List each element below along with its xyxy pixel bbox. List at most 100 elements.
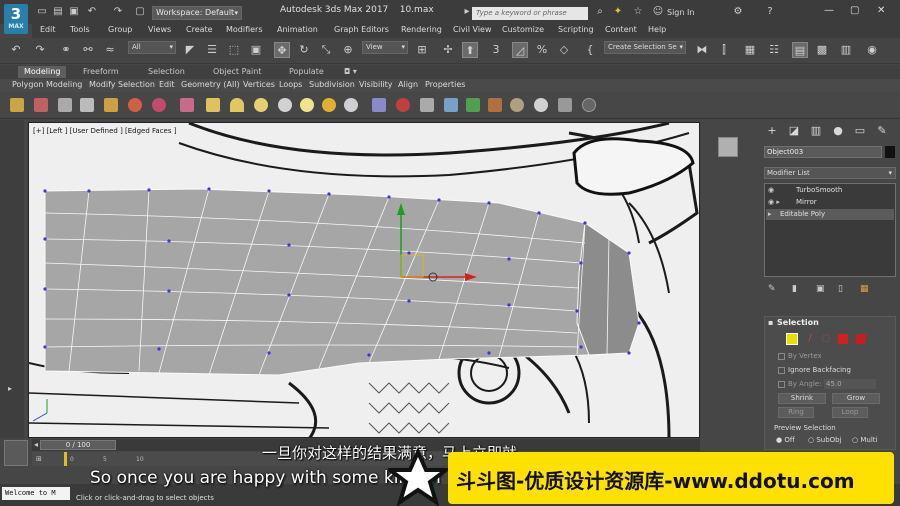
move-icon[interactable]: ✥ xyxy=(274,42,290,58)
menu-content[interactable]: Content xyxy=(605,25,637,34)
configure-modifier-sets-icon[interactable]: ▦ xyxy=(860,284,869,294)
bone-icon[interactable] xyxy=(420,98,434,112)
object-color-swatch[interactable] xyxy=(885,146,895,158)
tab-selection[interactable]: Selection xyxy=(142,66,191,78)
panel-geometry-all[interactable]: Geometry (All) xyxy=(181,80,240,89)
panel-edit[interactable]: Edit xyxy=(159,80,175,89)
panel-align[interactable]: Align xyxy=(398,80,418,89)
preview-multi-radio[interactable]: ○ Multi xyxy=(852,436,877,444)
ribbon-options-icon[interactable]: ◘ ▾ xyxy=(338,66,363,78)
shrink-button[interactable]: Shrink xyxy=(778,393,826,404)
render-frame-icon[interactable] xyxy=(34,98,48,112)
by-angle-checkbox[interactable]: By Angle: xyxy=(778,380,821,388)
rect-selection-icon[interactable]: ⬚ xyxy=(226,42,242,58)
tab-populate[interactable]: Populate xyxy=(283,66,330,78)
angle-spinner[interactable]: 45.0 xyxy=(824,379,876,389)
utilities-tab-icon[interactable]: ✎ xyxy=(874,124,890,138)
pivot-center-icon[interactable]: ⊞ xyxy=(414,42,430,58)
minimize-button[interactable]: — xyxy=(824,5,834,16)
menu-create[interactable]: Create xyxy=(186,25,213,34)
new-file-icon[interactable]: ▭ xyxy=(36,6,48,17)
edge-mode-icon[interactable]: ∕ xyxy=(804,333,816,345)
select-by-name-icon[interactable]: ☰ xyxy=(204,42,220,58)
ring-button[interactable]: Ring xyxy=(778,407,814,418)
placement-icon[interactable]: ⊕ xyxy=(340,42,356,58)
viewport-left[interactable]: [+] [Left ] [User Defined ] [Edged Faces… xyxy=(28,122,700,438)
select-object-icon[interactable]: ◤ xyxy=(182,42,198,58)
show-end-result-icon[interactable]: ▮ xyxy=(792,284,797,294)
help-icon[interactable]: ? xyxy=(764,6,776,17)
search-icon[interactable]: ⌕ xyxy=(594,6,606,17)
link-icon[interactable]: ⚭ xyxy=(58,42,74,58)
torus-icon[interactable] xyxy=(254,98,268,112)
menu-edit[interactable]: Edit xyxy=(40,25,56,34)
menu-modifiers[interactable]: Modifiers xyxy=(226,25,263,34)
maxscript-listener[interactable]: Welcome to M xyxy=(2,487,70,500)
layers-icon[interactable] xyxy=(80,98,94,112)
panel-properties[interactable]: Properties xyxy=(425,80,465,89)
stack-item-turbosmooth[interactable]: ◉ TurboSmooth xyxy=(766,185,894,196)
undo-button[interactable]: ↶ xyxy=(8,42,24,58)
scale-icon[interactable]: ⤡ xyxy=(318,42,334,58)
viewport-label[interactable]: [+] [Left ] [User Defined ] [Edged Faces… xyxy=(33,127,176,135)
tab-modeling[interactable]: Modeling xyxy=(18,66,67,78)
panel-visibility[interactable]: Visibility xyxy=(359,80,393,89)
particle-icon[interactable] xyxy=(372,98,386,112)
geosphere-icon[interactable] xyxy=(152,98,166,112)
loop-button[interactable]: Loop xyxy=(832,407,868,418)
object-name-field[interactable]: Object003 xyxy=(764,146,882,158)
foliage-icon[interactable] xyxy=(466,98,480,112)
menu-civil-view[interactable]: Civil View xyxy=(453,25,492,34)
exchange-icon[interactable]: ⚙ xyxy=(732,6,744,17)
schematic-view-icon[interactable]: ▥ xyxy=(838,42,854,58)
render-setup-icon[interactable] xyxy=(558,98,572,112)
hierarchy-tab-icon[interactable]: ▥ xyxy=(808,124,824,138)
plane-icon[interactable] xyxy=(206,98,220,112)
box-icon[interactable] xyxy=(104,98,118,112)
rollout-collapse-icon[interactable]: ▪ xyxy=(768,318,773,327)
undo-icon[interactable]: ↶ xyxy=(86,6,98,17)
spinner-snap-icon[interactable]: ◇ xyxy=(556,42,572,58)
material-sphere-icon[interactable] xyxy=(534,98,548,112)
track-bar-icon[interactable]: ⊞ xyxy=(36,455,42,463)
align-icon[interactable]: ⫿ xyxy=(716,42,732,58)
selection-filter-dropdown[interactable]: All ▾ xyxy=(128,41,176,54)
favorites-icon[interactable]: ☆ xyxy=(632,6,644,17)
hemisphere-icon[interactable] xyxy=(230,98,244,112)
menu-group[interactable]: Group xyxy=(108,25,132,34)
panel-polygon-modeling[interactable]: Polygon Modeling xyxy=(12,80,82,89)
modifier-list-dropdown[interactable]: Modifier List ▾ xyxy=(764,167,896,179)
curve-editor-icon[interactable]: ▩ xyxy=(814,42,830,58)
tube-icon[interactable] xyxy=(300,98,314,112)
panel-subdivision[interactable]: Subdivision xyxy=(309,80,355,89)
menu-graph-editors[interactable]: Graph Editors xyxy=(334,25,389,34)
tab-freeform[interactable]: Freeform xyxy=(77,66,125,78)
stack-item-editable-poly[interactable]: ▸ Editable Poly xyxy=(766,209,894,220)
rotate-icon[interactable]: ↻ xyxy=(296,42,312,58)
time-slider[interactable]: 0 / 100 xyxy=(40,440,116,450)
viewcube[interactable] xyxy=(718,137,738,157)
edit-named-selection-icon[interactable]: { xyxy=(582,42,598,58)
open-file-icon[interactable]: ▤ xyxy=(52,6,64,17)
clock-icon[interactable] xyxy=(582,98,596,112)
teapot-icon[interactable] xyxy=(10,98,24,112)
red-sphere-icon[interactable] xyxy=(396,98,410,112)
expand-arrow-icon[interactable]: ▸ xyxy=(768,209,772,220)
by-vertex-checkbox[interactable]: By Vertex xyxy=(778,352,822,360)
unlink-icon[interactable]: ⚯ xyxy=(80,42,96,58)
shell-icon[interactable] xyxy=(510,98,524,112)
menu-customize[interactable]: Customize xyxy=(502,25,544,34)
make-unique-icon[interactable]: ▣ xyxy=(816,284,825,294)
selection-rollout-title[interactable]: Selection xyxy=(777,318,819,327)
grow-button[interactable]: Grow xyxy=(832,393,880,404)
menu-help[interactable]: Help xyxy=(648,25,666,34)
save-icon[interactable]: ▣ xyxy=(68,6,80,17)
mini-listener-toggle[interactable] xyxy=(4,440,28,466)
redo-button[interactable]: ↷ xyxy=(32,42,48,58)
sign-in-link[interactable]: Sign In xyxy=(667,8,694,17)
maximize-button[interactable]: ▢ xyxy=(850,5,859,16)
window-crossing-icon[interactable]: ▣ xyxy=(248,42,264,58)
remove-modifier-icon[interactable]: ▯ xyxy=(838,284,843,294)
element-mode-icon[interactable] xyxy=(855,334,867,344)
layer-explorer-icon[interactable]: ▦ xyxy=(742,42,758,58)
